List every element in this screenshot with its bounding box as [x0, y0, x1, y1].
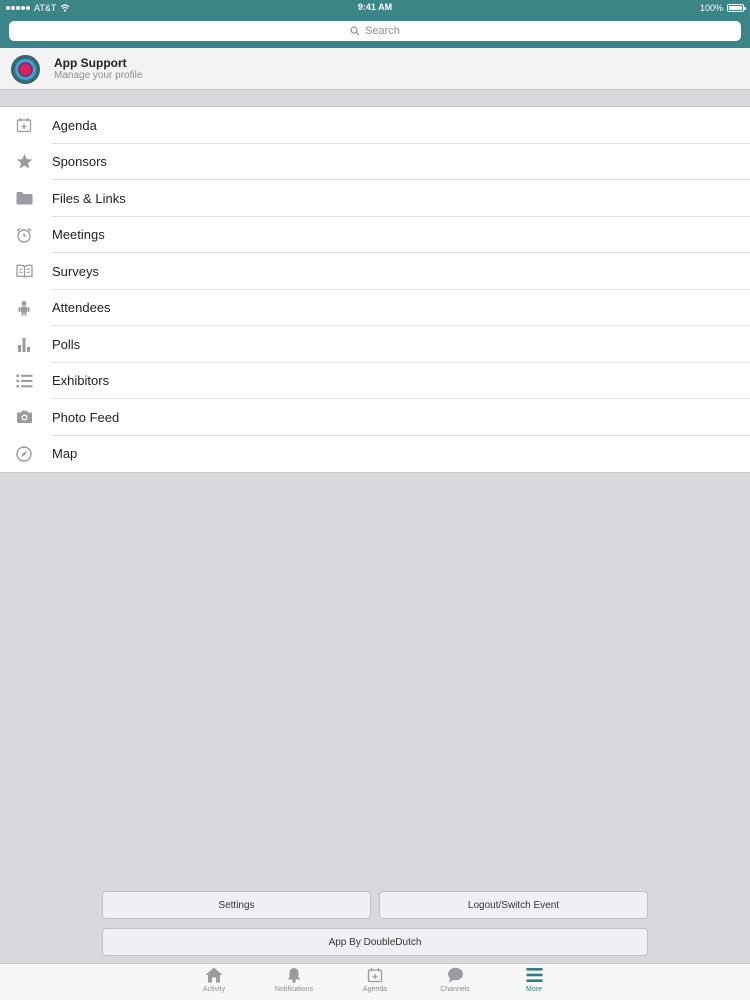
tab-activity[interactable]: Activity [179, 967, 249, 999]
tab-label: More [526, 986, 542, 993]
home-icon [205, 967, 223, 983]
menu-item-label: Files & Links [52, 190, 126, 206]
menu-item-files-links[interactable]: Files & Links [0, 180, 750, 217]
menu-item-agenda[interactable]: Agenda [0, 107, 750, 144]
menu-item-sponsors[interactable]: Sponsors [0, 144, 750, 181]
tab-label: Notifications [274, 986, 314, 993]
calendar-icon [14, 115, 34, 135]
menu-item-label: Photo Feed [52, 409, 120, 425]
menu-item-label: Polls [52, 336, 81, 352]
bar-chart-icon [14, 334, 34, 354]
people-icon [14, 298, 34, 318]
menu-item-surveys[interactable]: Surveys [0, 253, 750, 290]
calendar-icon [367, 968, 383, 983]
tab-label: Channels [440, 986, 470, 993]
list-icon [14, 371, 34, 391]
bell-icon [287, 968, 301, 983]
tab-more[interactable]: More [499, 967, 569, 999]
menu-item-label: Attendees [52, 300, 111, 316]
camera-icon [14, 407, 34, 427]
menu-item-label: Surveys [52, 263, 99, 279]
battery-area: 100% [699, 3, 746, 13]
menu-item-label: Meetings [52, 227, 105, 243]
chat-bubble-icon [447, 967, 463, 983]
avatar [11, 55, 40, 84]
menu-item-map[interactable]: Map [0, 436, 750, 473]
tab-label: Activity [202, 986, 226, 993]
app-by-doubledutch-button[interactable]: App By DoubleDutch [102, 928, 648, 956]
profile-name: App Support [54, 56, 127, 70]
search-input[interactable]: Search [9, 21, 741, 41]
menu-item-exhibitors[interactable]: Exhibitors [0, 363, 750, 400]
hamburger-menu-icon [526, 968, 542, 982]
tab-bar: Activity Notifications Agenda Channels M… [0, 963, 750, 1000]
folder-icon [14, 188, 34, 208]
search-icon [350, 26, 360, 36]
menu-item-meetings[interactable]: Meetings [0, 217, 750, 254]
status-bar: AT&T 9:41 AM 100% [0, 0, 750, 16]
battery-percent: 100% [699, 3, 723, 13]
more-menu-list: Agenda Sponsors Files & Links Meetings S… [0, 106, 750, 473]
profile-row[interactable]: App Support Manage your profile [0, 48, 750, 90]
menu-item-label: Map [52, 446, 78, 462]
profile-subtitle: Manage your profile [54, 70, 143, 81]
battery-icon [727, 4, 746, 12]
alarm-clock-icon [14, 225, 34, 245]
star-icon [14, 152, 34, 172]
tab-agenda[interactable]: Agenda [340, 967, 410, 999]
logout-switch-event-button[interactable]: Logout/Switch Event [379, 891, 648, 919]
status-time: 9:41 AM [357, 2, 393, 12]
book-icon [14, 261, 34, 281]
top-header: AT&T 9:41 AM 100% Search [0, 0, 750, 48]
search-placeholder: Search [365, 25, 400, 37]
tab-label: Agenda [362, 986, 388, 993]
menu-item-photo-feed[interactable]: Photo Feed [0, 399, 750, 436]
tab-channels[interactable]: Channels [420, 967, 490, 999]
compass-icon [14, 444, 34, 464]
menu-item-polls[interactable]: Polls [0, 326, 750, 363]
menu-item-label: Agenda [52, 117, 97, 133]
menu-item-label: Exhibitors [52, 373, 110, 389]
menu-item-label: Sponsors [52, 154, 107, 170]
tab-notifications[interactable]: Notifications [259, 967, 329, 999]
settings-button[interactable]: Settings [102, 891, 371, 919]
menu-item-attendees[interactable]: Attendees [0, 290, 750, 327]
